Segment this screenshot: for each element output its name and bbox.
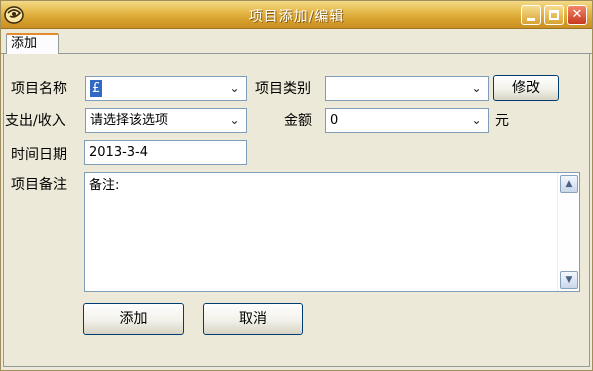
amount-value: 0 bbox=[330, 113, 339, 128]
tab-add[interactable]: 添加 bbox=[6, 33, 59, 55]
scroll-up-icon[interactable]: ▲ bbox=[560, 175, 578, 193]
amount-combo[interactable]: 0 ⌄ bbox=[325, 108, 489, 133]
maximize-button[interactable] bbox=[544, 5, 564, 25]
date-input[interactable]: 2013-3-4 bbox=[84, 140, 247, 165]
item-category-label: 项目类别 bbox=[255, 81, 311, 97]
close-button[interactable]: ✕ bbox=[567, 5, 587, 25]
note-textarea[interactable]: 备注: ▲ ▼ bbox=[84, 172, 580, 292]
amount-label: 金额 bbox=[284, 113, 312, 129]
direction-value: 请选择该选项 bbox=[90, 113, 169, 128]
window-title: 项目添加/编辑 bbox=[248, 9, 345, 25]
maximize-icon bbox=[549, 10, 559, 20]
item-category-combo[interactable]: ⌄ bbox=[325, 76, 489, 101]
note-label: 项目备注 bbox=[11, 177, 67, 193]
direction-combo[interactable]: 请选择该选项 ⌄ bbox=[85, 108, 247, 133]
minimize-button[interactable] bbox=[521, 5, 541, 25]
amount-unit: 元 bbox=[495, 113, 509, 129]
item-name-label: 项目名称 bbox=[11, 81, 67, 97]
title-bar[interactable]: 项目添加/编辑 ✕ bbox=[1, 1, 592, 29]
tab-strip: 添加 bbox=[1, 30, 592, 55]
item-name-combo[interactable]: £ ⌄ bbox=[85, 76, 247, 101]
chevron-down-icon[interactable]: ⌄ bbox=[225, 111, 244, 130]
scroll-down-icon[interactable]: ▼ bbox=[560, 271, 578, 289]
item-edit-window: 项目添加/编辑 ✕ 添加 项目名称 £ ⌄ 项目类别 ⌄ 修改 支出/收入 请选… bbox=[0, 0, 593, 371]
add-button[interactable]: 添加 bbox=[83, 303, 184, 335]
note-scrollbar[interactable]: ▲ ▼ bbox=[557, 173, 579, 291]
chevron-down-icon[interactable]: ⌄ bbox=[225, 79, 244, 98]
chevron-down-icon[interactable]: ⌄ bbox=[467, 111, 486, 130]
edit-button[interactable]: 修改 bbox=[493, 75, 559, 101]
note-text: 备注: bbox=[89, 178, 120, 193]
date-label: 时间日期 bbox=[11, 147, 67, 163]
item-name-value: £ bbox=[90, 80, 103, 97]
direction-label: 支出/收入 bbox=[5, 113, 66, 129]
minimize-icon bbox=[527, 18, 535, 21]
chevron-down-icon[interactable]: ⌄ bbox=[467, 79, 486, 98]
cancel-button[interactable]: 取消 bbox=[203, 303, 303, 335]
close-icon: ✕ bbox=[571, 7, 583, 22]
